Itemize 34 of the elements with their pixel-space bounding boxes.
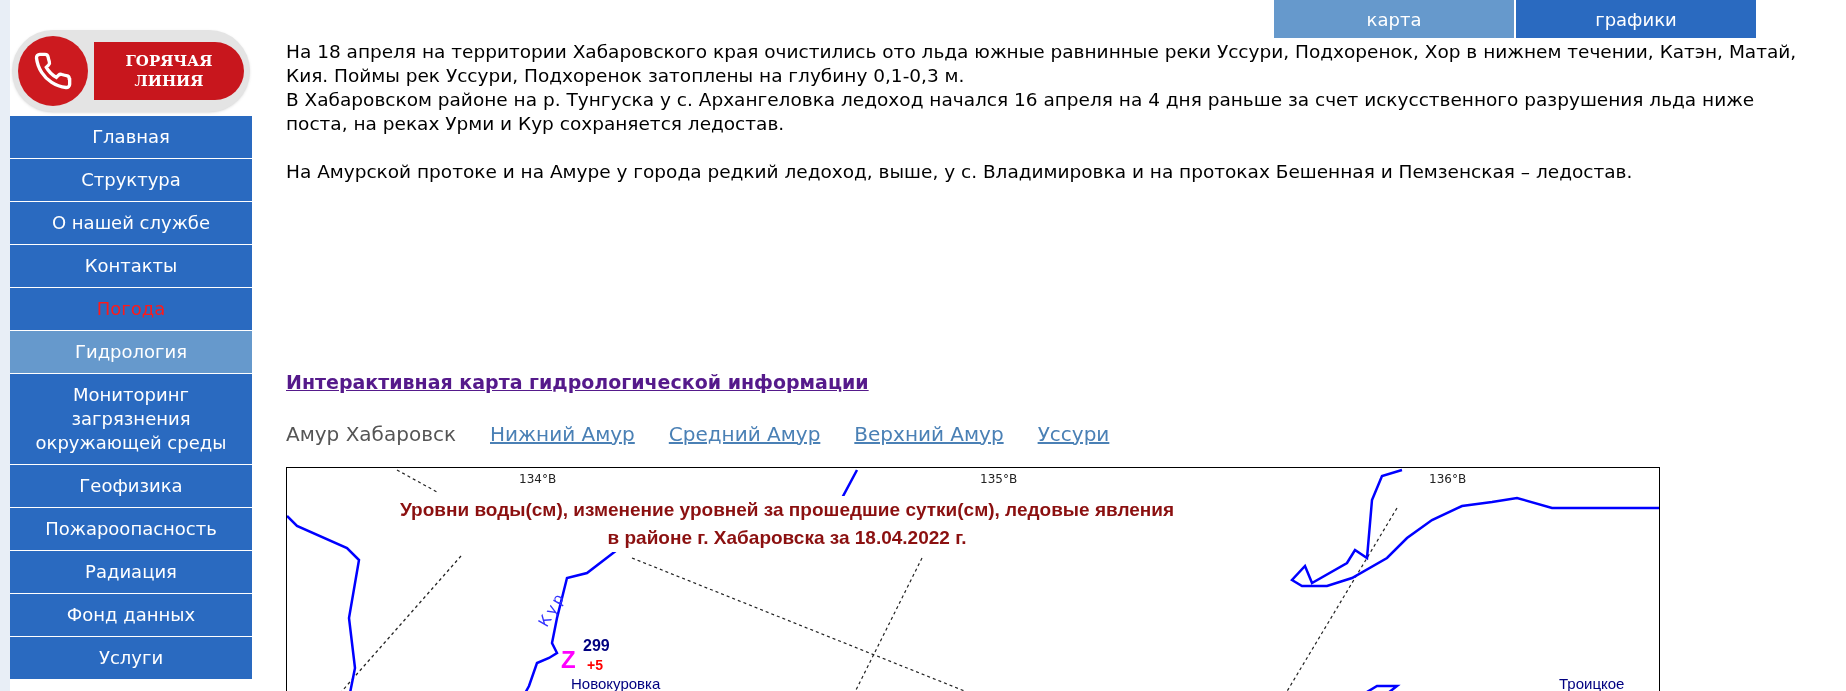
region-tab[interactable]: Верхний Амур: [854, 418, 1004, 449]
sidebar-item[interactable]: Радиация: [10, 551, 252, 593]
longitude-label: 134°В: [519, 470, 557, 488]
water-level: 299: [583, 637, 610, 654]
logo-text: ЛИНИЯ: [134, 71, 204, 91]
logo-text: ГОРЯЧАЯ: [125, 51, 213, 71]
sidebar-item[interactable]: О нашей службе: [10, 202, 252, 244]
hotline-logo[interactable]: ГОРЯЧАЯ ЛИНИЯ: [12, 30, 250, 112]
sidebar-item[interactable]: Структура: [10, 159, 252, 201]
longitude-label: 135°В: [980, 470, 1018, 488]
graticule-line: [396, 468, 438, 493]
news-paragraph: На 18 апреля на территории Хабаровского края очистились ото льда южные равнинные реки Уссури, Подхоренок, Хор в нижнем течении, Катэн, Матай, Кия. Поймы рек Уссури, Подхоренок затоплены на глубину 0,1-0,3 м.: [286, 40, 1798, 88]
sidebar-item[interactable]: Геофизика: [10, 465, 252, 507]
sidebar-item[interactable]: Мониторинг загрязнения окружающей среды: [10, 374, 252, 464]
station-name: Новокуровка: [571, 675, 661, 691]
sidebar-item[interactable]: Контакты: [10, 245, 252, 287]
phone-icon: [33, 51, 73, 91]
sidebar-item[interactable]: Услуги: [10, 637, 252, 679]
map-link[interactable]: Интерактивная карта гидрологической информации: [286, 368, 869, 397]
level-change: +5: [587, 657, 603, 672]
sidebar-item[interactable]: Фонд данных: [10, 594, 252, 636]
sidebar-item[interactable]: Гидрология: [10, 331, 252, 373]
view-button[interactable]: графики: [1516, 0, 1756, 38]
longitude-label: 136°В: [1429, 470, 1467, 488]
news-paragraph: На Амурской протоке и на Амуре у города редкий ледоход, выше, у с. Владимировка и на протоках Бешенная и Пемзенская – ледостав.: [286, 160, 1634, 184]
region-tab[interactable]: Амур Хабаровск: [286, 418, 456, 449]
region-tab[interactable]: Уссури: [1037, 418, 1110, 449]
sidebar-item[interactable]: Главная: [10, 116, 252, 158]
region-tab[interactable]: Нижний Амур: [490, 418, 635, 449]
sidebar-item[interactable]: Пожароопасность: [10, 508, 252, 550]
view-button[interactable]: карта: [1274, 0, 1514, 38]
news-paragraph: В Хабаровском районе на р. Тунгуска у с. Архангеловка ледоход начался 16 апреля на 4 дня раньше за счет искусственного разрушения льда ниже поста, на реках Урми и Кур сохраняется ледостав.: [286, 88, 1756, 136]
region-tab[interactable]: Средний Амур: [668, 418, 821, 449]
place-label: Троицкое: [1559, 675, 1625, 691]
